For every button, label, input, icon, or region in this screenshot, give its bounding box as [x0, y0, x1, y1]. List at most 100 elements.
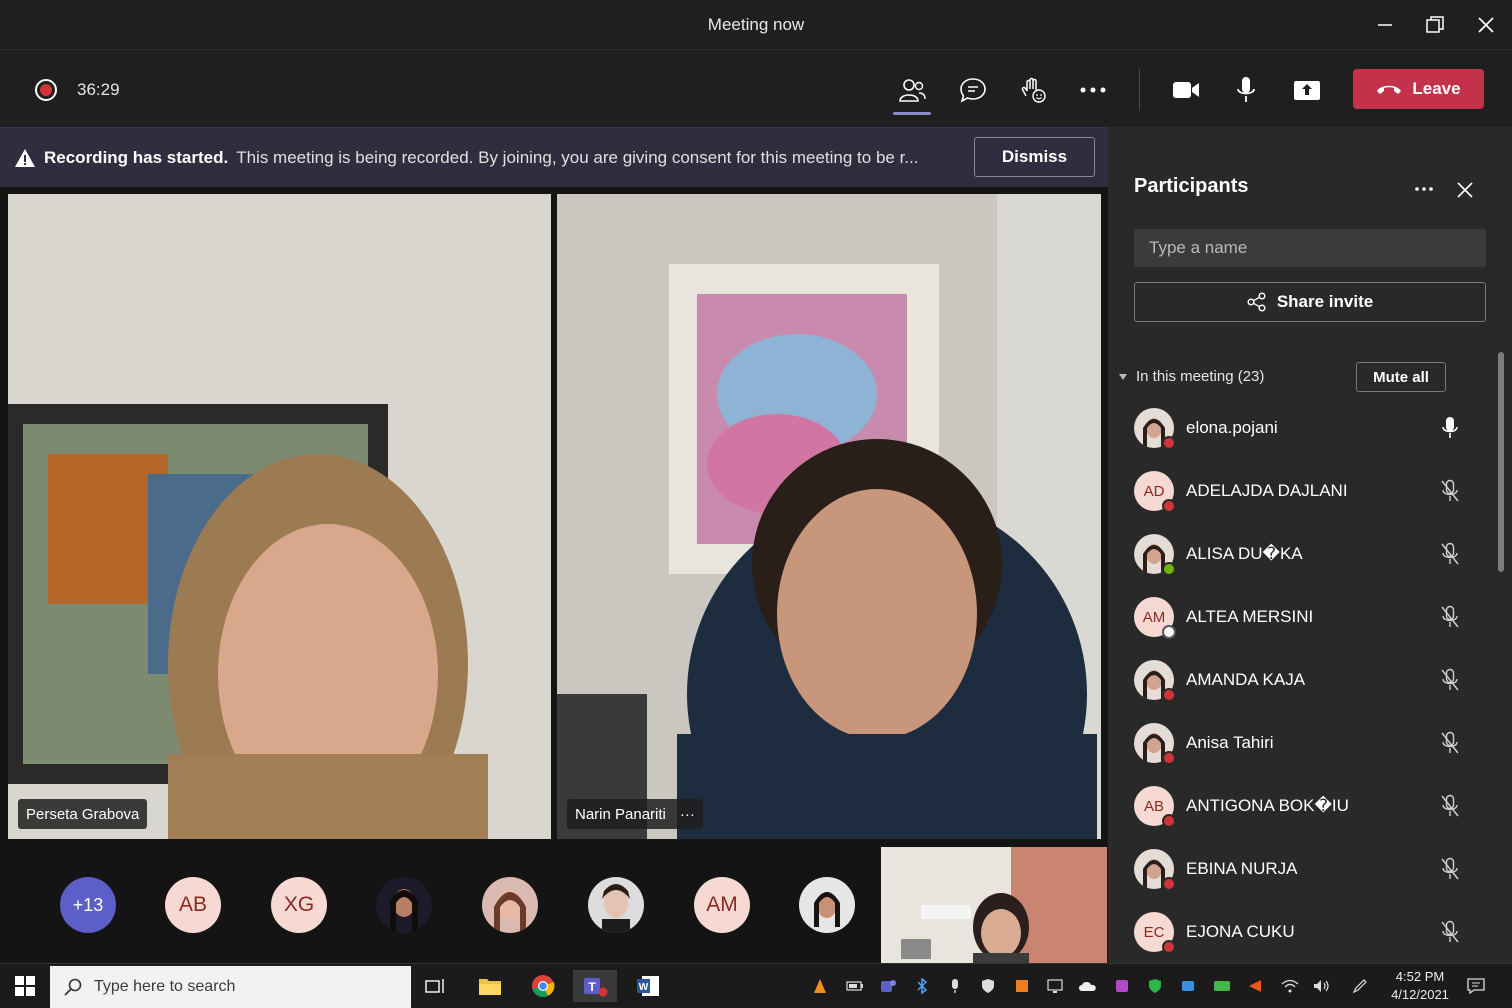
participants-panel: Participants Type a name Share invite In… [1108, 127, 1512, 963]
video-more-button[interactable]: ··· [680, 806, 695, 823]
participant-row[interactable]: EBINA NURJA [1134, 839, 1474, 899]
participant-avatar-bubble[interactable] [482, 877, 538, 933]
shield-tray-icon[interactable] [1145, 976, 1165, 996]
dismiss-button[interactable]: Dismiss [974, 137, 1095, 177]
microphone-muted-icon [1440, 542, 1460, 571]
banner-message: Recording has started. This meeting is be… [44, 148, 956, 168]
close-panel-button[interactable] [1456, 181, 1474, 199]
start-button[interactable] [9, 970, 41, 1002]
file-explorer-button[interactable] [474, 970, 506, 1002]
presence-status-icon [1162, 625, 1176, 639]
volume-tray-icon[interactable] [1312, 976, 1332, 996]
participant-row[interactable]: Anisa Tahiri [1134, 713, 1474, 773]
title-bar: Meeting now [0, 0, 1512, 50]
camera-button[interactable] [1165, 69, 1207, 111]
participant-search-input[interactable]: Type a name [1134, 229, 1486, 267]
participant-row[interactable]: AMANDA KAJA [1134, 650, 1474, 710]
folder-icon [479, 979, 501, 995]
presence-status-icon [1162, 751, 1176, 765]
in-meeting-section-header[interactable]: In this meeting (23) [1118, 368, 1264, 385]
camera-icon [1173, 82, 1199, 98]
pen-tray-icon[interactable] [1350, 976, 1370, 996]
microphone-muted-icon [1440, 668, 1460, 697]
sync-tray-icon[interactable] [1212, 976, 1232, 996]
minimize-button[interactable] [1370, 10, 1400, 40]
self-video-preview[interactable] [881, 847, 1107, 963]
more-icon [1080, 87, 1106, 93]
microphone-muted-icon [1440, 479, 1460, 508]
participant-avatar-bubble[interactable] [799, 877, 855, 933]
cloud-app-tray-icon[interactable] [1178, 976, 1198, 996]
presence-status-icon [1162, 814, 1176, 828]
maximize-button[interactable] [1420, 10, 1450, 40]
panel-scrollbar[interactable] [1498, 352, 1504, 572]
microphone-muted-icon [1440, 794, 1460, 823]
bluetooth-tray-icon[interactable] [912, 976, 932, 996]
svg-text:W: W [639, 982, 649, 993]
banner-bold: Recording has started. [44, 148, 229, 167]
participant-row[interactable]: elona.pojani [1134, 398, 1474, 458]
onedrive-tray-icon[interactable] [1078, 976, 1098, 996]
word-button[interactable]: W [632, 970, 664, 1002]
task-view-icon [425, 979, 444, 993]
microphone-button[interactable] [1225, 69, 1267, 111]
vlc-tray-icon[interactable] [810, 976, 830, 996]
meeting-timer: 36:29 [77, 80, 120, 99]
participant-bubble[interactable]: AB [165, 877, 221, 933]
wifi-tray-icon[interactable] [1280, 976, 1300, 996]
participant-video [557, 194, 1101, 839]
participant-row[interactable]: AB ANTIGONA BOK�IU [1134, 776, 1474, 836]
participant-name: Anisa Tahiri [1186, 733, 1274, 752]
participant-name: AMANDA KAJA [1186, 670, 1306, 689]
participant-bubble[interactable]: AM [694, 877, 750, 933]
participant-nameplate: Narin Panariti ··· [567, 799, 703, 829]
reactions-button[interactable] [1012, 69, 1054, 111]
share-screen-button[interactable] [1286, 69, 1328, 111]
close-window-button[interactable] [1471, 10, 1501, 40]
chat-icon [960, 78, 986, 103]
participant-avatar-bubble[interactable] [588, 877, 644, 933]
security-tray-icon[interactable] [978, 976, 998, 996]
avatar: AB [1134, 786, 1176, 828]
task-view-button[interactable] [420, 970, 452, 1002]
participant-row[interactable]: ALISA DU�KA [1134, 524, 1474, 584]
participant-row[interactable]: AM ALTEA MERSINI [1134, 587, 1474, 647]
microphone-tray-icon[interactable] [945, 976, 965, 996]
more-participants-bubble[interactable]: +13 [60, 877, 116, 933]
share-invite-button[interactable]: Share invite [1134, 282, 1486, 322]
teams-taskbar-button[interactable]: T [573, 970, 617, 1002]
show-participants-button[interactable] [891, 69, 933, 115]
microphone-muted-icon [1440, 920, 1460, 949]
windows-icon [15, 976, 35, 996]
panel-more-button[interactable] [1414, 179, 1434, 199]
mute-all-button[interactable]: Mute all [1356, 362, 1446, 392]
avatar [1134, 660, 1176, 702]
participant-row[interactable]: AD ADELAJDA DAJLANI [1134, 461, 1474, 521]
panel-title: Participants [1134, 175, 1249, 197]
app-tray-icon[interactable] [1012, 976, 1032, 996]
hang-up-icon [1377, 85, 1402, 94]
chrome-icon [532, 975, 555, 997]
participant-avatar-bubble[interactable] [376, 877, 432, 933]
network-app-tray-icon[interactable] [1112, 976, 1132, 996]
video-tile-right[interactable]: Narin Panariti ··· [557, 194, 1101, 839]
participant-row[interactable]: EC EJONA CUKU [1134, 902, 1474, 962]
more-actions-button[interactable] [1072, 69, 1114, 111]
microphone-muted-icon [1440, 731, 1460, 760]
display-tray-icon[interactable] [1045, 976, 1065, 996]
show-chat-button[interactable] [952, 69, 994, 111]
participant-bubble[interactable]: XG [271, 877, 327, 933]
chrome-button[interactable] [527, 970, 559, 1002]
video-tile-left[interactable]: Perseta Grabova [8, 194, 551, 839]
taskbar-clock[interactable]: 4:52 PM 4/12/2021 [1384, 968, 1456, 1004]
window-title: Meeting now [707, 15, 805, 34]
antivirus-tray-icon[interactable] [1245, 976, 1265, 996]
taskbar-search-placeholder: Type here to search [94, 978, 236, 995]
taskbar-search-box[interactable]: Type here to search [50, 966, 411, 1008]
notifications-tray-icon[interactable] [1466, 976, 1486, 996]
battery-tray-icon[interactable] [845, 976, 865, 996]
avatar: AM [1134, 597, 1176, 639]
teams-tray-icon[interactable] [878, 976, 898, 996]
leave-button[interactable]: Leave [1353, 69, 1484, 109]
presence-status-icon [1162, 562, 1176, 576]
